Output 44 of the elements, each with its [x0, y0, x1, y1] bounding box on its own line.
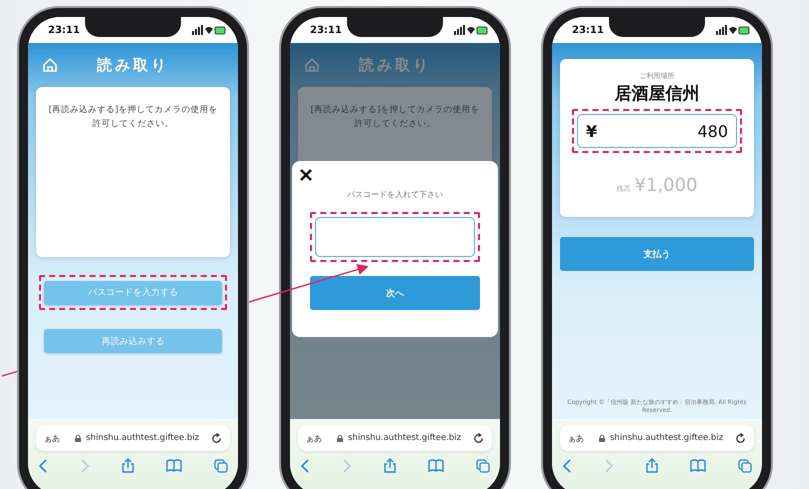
book-icon[interactable] — [690, 459, 706, 472]
balance-value: ¥1,000 — [634, 175, 698, 196]
status-icons — [716, 25, 750, 35]
lock-icon — [599, 434, 605, 442]
back-icon[interactable] — [38, 458, 48, 472]
tabs-icon[interactable] — [214, 458, 228, 472]
book-icon[interactable] — [428, 459, 444, 472]
close-icon[interactable] — [300, 169, 312, 181]
url-text: shinshu.authtest.giftee.biz — [348, 433, 462, 443]
camera-message: [再読み込みする]を押してカメラの使用を許可してください。 — [48, 104, 218, 132]
text-size-button[interactable]: ぁあ — [306, 432, 322, 444]
share-icon[interactable] — [122, 458, 134, 473]
camera-message: [再読み込みする]を押してカメラの使用を許可してください。 — [310, 104, 480, 132]
reload-icon[interactable] — [735, 432, 746, 444]
tabs-icon[interactable] — [738, 458, 752, 472]
lock-icon — [337, 434, 343, 442]
url-text: shinshu.authtest.giftee.biz — [86, 433, 200, 443]
page-title: 読み取り — [359, 56, 431, 74]
address-bar[interactable]: ぁあ shinshu.authtest.giftee.biz — [36, 425, 230, 451]
share-icon[interactable] — [646, 458, 658, 473]
address-bar[interactable]: ぁあ shinshu.authtest.giftee.biz — [298, 425, 492, 451]
status-icons — [192, 25, 226, 35]
tabs-icon[interactable] — [476, 458, 490, 472]
home-icon[interactable] — [42, 57, 58, 73]
reload-icon[interactable] — [473, 432, 484, 444]
amount-field[interactable]: ¥ 480 — [577, 114, 737, 148]
address-bar[interactable]: ぁあ shinshu.authtest.giftee.biz — [560, 425, 754, 451]
reload-icon[interactable] — [211, 432, 222, 444]
status-time: 23:11 — [572, 24, 604, 36]
text-size-button[interactable]: ぁあ — [568, 432, 584, 444]
status-icons — [454, 25, 488, 35]
passcode-prompt: パスコードを入れて下さい — [347, 189, 443, 200]
share-icon[interactable] — [384, 458, 396, 473]
back-icon[interactable] — [300, 458, 310, 472]
status-time: 23:11 — [310, 24, 342, 36]
lock-icon — [75, 434, 81, 442]
back-icon[interactable] — [562, 458, 572, 472]
status-time: 23:11 — [48, 24, 80, 36]
venue-name: 居酒屋信州 — [614, 83, 700, 105]
page-title: 読み取り — [97, 56, 169, 74]
home-icon[interactable] — [304, 57, 320, 73]
text-size-button[interactable]: ぁあ — [44, 432, 60, 444]
url-text: shinshu.authtest.giftee.biz — [610, 433, 724, 443]
book-icon[interactable] — [166, 459, 182, 472]
